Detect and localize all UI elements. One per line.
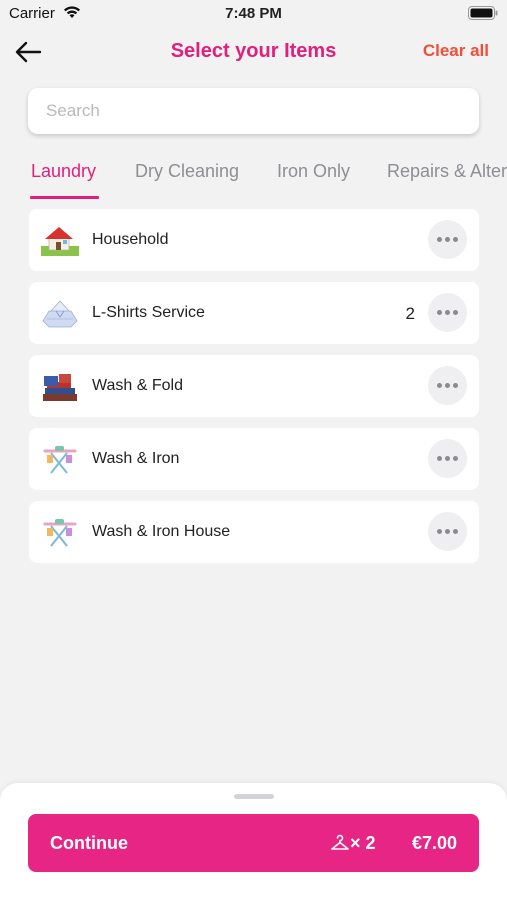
- status-bar: Carrier 7:48 PM: [0, 0, 507, 28]
- clear-all-button[interactable]: Clear all: [423, 41, 489, 61]
- clock: 7:48 PM: [225, 5, 282, 22]
- sheet-drag-handle[interactable]: [234, 794, 274, 799]
- tab-repairs-alterations[interactable]: Repairs & Alter: [387, 161, 507, 182]
- item-label: Wash & Iron House: [92, 523, 231, 540]
- search-box: [28, 88, 479, 134]
- list-item[interactable]: Household: [29, 209, 479, 271]
- item-count: 2: [405, 304, 415, 323]
- continue-button[interactable]: Continue × 2 €7.00: [28, 814, 479, 872]
- more-options-button[interactable]: [428, 512, 467, 551]
- tab-laundry[interactable]: Laundry: [31, 161, 96, 182]
- hanger-icon: [331, 834, 349, 850]
- ironing-board-icon: [43, 519, 77, 547]
- item-label: Wash & Fold: [92, 377, 183, 394]
- category-tabs: Laundry Dry Cleaning Iron Only Repairs &…: [0, 156, 507, 204]
- order-total: €7.00: [411, 833, 457, 853]
- more-icon: [437, 237, 458, 242]
- tab-iron-only[interactable]: Iron Only: [277, 161, 350, 182]
- more-options-button[interactable]: [428, 366, 467, 405]
- bottom-sheet: Continue × 2 €7.00: [0, 783, 507, 900]
- more-icon: [437, 310, 458, 315]
- list-item[interactable]: L-Shirts Service 2: [29, 282, 479, 344]
- tab-dry-cleaning[interactable]: Dry Cleaning: [135, 161, 239, 182]
- more-icon: [437, 529, 458, 534]
- item-label: Wash & Iron: [92, 450, 180, 467]
- item-quantity: × 2: [350, 833, 376, 853]
- item-label: Household: [92, 231, 169, 248]
- ironing-board-icon: [43, 446, 77, 474]
- folded-shirt-icon: [42, 300, 78, 328]
- more-options-button[interactable]: [428, 220, 467, 259]
- more-icon: [437, 456, 458, 461]
- more-options-button[interactable]: [428, 439, 467, 478]
- list-item[interactable]: Wash & Fold: [29, 355, 479, 417]
- more-options-button[interactable]: [428, 293, 467, 332]
- battery-icon: [468, 6, 498, 20]
- list-item[interactable]: Wash & Iron: [29, 428, 479, 490]
- service-list: Household L-Shirts Service 2 Wash & Fold: [29, 209, 479, 574]
- more-icon: [437, 383, 458, 388]
- item-label: L-Shirts Service: [92, 304, 205, 321]
- folded-clothes-icon: [43, 374, 77, 401]
- active-tab-indicator: [30, 196, 99, 199]
- house-icon: [41, 227, 79, 256]
- list-item[interactable]: Wash & Iron House: [29, 501, 479, 563]
- header: Select your Items Clear all: [0, 30, 507, 74]
- continue-label: Continue: [50, 833, 128, 853]
- search-input[interactable]: [28, 88, 479, 134]
